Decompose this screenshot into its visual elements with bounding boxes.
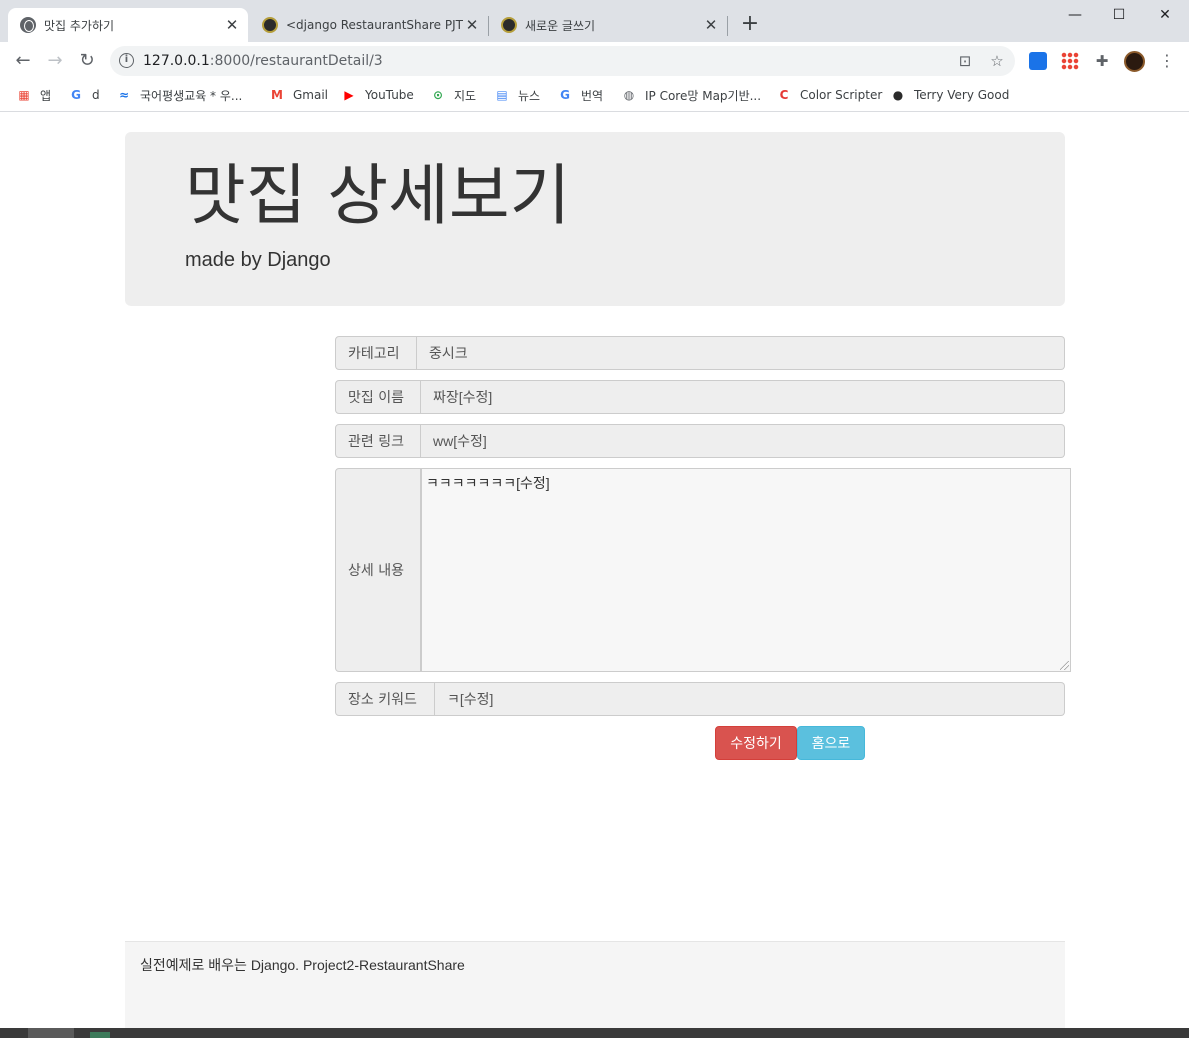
- maximize-button[interactable]: ☐: [1104, 4, 1134, 26]
- back-button[interactable]: ←: [10, 48, 36, 74]
- apps-icon: ▦: [18, 88, 30, 102]
- maps-icon: ⊙: [432, 88, 444, 102]
- bookmark-item[interactable]: ▦ 앱: [16, 85, 51, 105]
- content-label: 상세 내용: [335, 468, 421, 672]
- link-group: 관련 링크 ww[수정]: [335, 424, 1065, 458]
- django-icon: [262, 17, 278, 33]
- keyword-label: 장소 키워드: [335, 682, 435, 716]
- home-button[interactable]: 홈으로: [797, 726, 865, 760]
- bookmark-label: 국어평생교육 * 우...: [140, 88, 243, 103]
- link-label: 관련 링크: [335, 424, 421, 458]
- bookmark-item[interactable]: G 번역: [557, 85, 603, 105]
- menu-dots-icon[interactable]: ⋮: [1158, 52, 1176, 70]
- name-field[interactable]: 짜장[수정]: [421, 380, 1065, 414]
- bookmark-label: d: [92, 88, 100, 102]
- bookmark-item[interactable]: ▶ YouTube: [341, 85, 414, 105]
- content-textarea[interactable]: ㅋㅋㅋㅋㅋㅋㅋ[수정]: [421, 468, 1071, 672]
- bookmark-item[interactable]: ◍ IP Core망 Map기반...: [621, 85, 761, 105]
- window-close-button[interactable]: ✕: [1150, 4, 1180, 26]
- url-path: :8000/restaurantDetail/3: [209, 53, 383, 69]
- tab-separator: [727, 16, 728, 36]
- bookmark-label: YouTube: [365, 88, 414, 102]
- tab-strip: 맛집 추가하기 ✕ <django RestaurantShare PJT> ✕…: [0, 0, 1189, 42]
- bookmark-item[interactable]: C Color Scripter: [776, 85, 883, 105]
- edit-button[interactable]: 수정하기: [715, 726, 797, 760]
- star-icon[interactable]: ☆: [988, 52, 1006, 70]
- forward-button[interactable]: →: [42, 48, 68, 74]
- footer: 실전예제로 배우는 Django. Project2-RestaurantSha…: [125, 941, 1065, 1028]
- tab-title: <django RestaurantShare PJT>: [286, 18, 464, 32]
- translate-icon: G: [560, 88, 570, 102]
- reload-button[interactable]: ↻: [74, 48, 100, 74]
- tab-new-post[interactable]: 새로운 글쓰기 ✕: [489, 8, 727, 42]
- taskbar-item[interactable]: [90, 1032, 110, 1038]
- bookmark-label: Color Scripter: [800, 88, 883, 102]
- category-field[interactable]: 중시크: [417, 336, 1065, 370]
- colorscripter-icon: C: [779, 88, 789, 102]
- name-label: 맛집 이름: [335, 380, 421, 414]
- extensions-puzzle-icon[interactable]: ✚: [1093, 52, 1111, 70]
- bookmark-icon: ≈: [118, 88, 130, 102]
- bookmark-label: 지도: [454, 88, 477, 103]
- profile-avatar[interactable]: [1124, 51, 1145, 72]
- news-icon: ▤: [496, 88, 508, 102]
- content-text: ㅋㅋㅋㅋㅋㅋㅋ[수정]: [426, 475, 550, 491]
- close-icon[interactable]: ✕: [703, 16, 719, 34]
- bookmark-item[interactable]: ▤ 뉴스: [494, 85, 540, 105]
- globe-icon: [20, 17, 36, 33]
- django-icon: ●: [892, 88, 904, 102]
- bookmark-item[interactable]: ⊙ 지도: [430, 85, 476, 105]
- resize-grip-icon[interactable]: [1060, 661, 1069, 670]
- tab-title: 맛집 추가하기: [44, 18, 115, 33]
- name-group: 맛집 이름 짜장[수정]: [335, 380, 1065, 414]
- minimize-button[interactable]: —: [1060, 4, 1090, 26]
- bookmarks-bar: ▦ 앱 Gd ≈ 국어평생교육 * 우... M Gmail ▶ YouTube ⊙ 지도 ▤ 뉴스 G 번…: [0, 79, 1189, 112]
- page-subtitle: made by Django: [185, 249, 331, 271]
- browser-toolbar: ← → ↻ i 127.0.0.1:8000/restaurantDetail/…: [0, 42, 1189, 79]
- bookmark-label: IP Core망 Map기반...: [645, 88, 762, 103]
- url-host: 127.0.0.1: [143, 53, 210, 69]
- extension-icon[interactable]: [1029, 52, 1047, 70]
- address-bar[interactable]: i 127.0.0.1:8000/restaurantDetail/3 ⊡ ☆: [110, 46, 1015, 76]
- bookmark-item[interactable]: Gd: [68, 85, 100, 105]
- google-icon: G: [71, 88, 81, 102]
- jumbotron: 맛집 상세보기 made by Django: [125, 132, 1065, 306]
- bookmark-item[interactable]: ● Terry Very Good: [890, 85, 1010, 105]
- bookmark-item[interactable]: M Gmail: [269, 85, 328, 105]
- keyword-group: 장소 키워드 ㅋ[수정]: [335, 682, 1065, 716]
- keyword-field[interactable]: ㅋ[수정]: [435, 682, 1065, 716]
- taskbar: [0, 1028, 1189, 1038]
- content-group: 상세 내용 ㅋㅋㅋㅋㅋㅋㅋ[수정]: [335, 468, 1071, 672]
- django-icon: [501, 17, 517, 33]
- bookmark-label: 번역: [581, 88, 604, 103]
- url-text[interactable]: 127.0.0.1:8000/restaurantDetail/3: [143, 53, 383, 69]
- translate-icon[interactable]: ⊡: [956, 52, 974, 70]
- link-field[interactable]: ww[수정]: [421, 424, 1065, 458]
- category-label: 카테고리: [335, 336, 417, 370]
- google-apps-icon[interactable]: [1061, 52, 1079, 70]
- taskbar-item[interactable]: [28, 1028, 74, 1038]
- tab-title: 새로운 글쓰기: [525, 18, 596, 33]
- new-tab-button[interactable]: +: [738, 12, 762, 36]
- youtube-icon: ▶: [344, 88, 354, 102]
- bookmark-label: Gmail: [293, 88, 329, 102]
- tab-django-pjt[interactable]: <django RestaurantShare PJT> ✕: [250, 8, 488, 42]
- bookmark-item[interactable]: ≈ 국어평생교육 * 우...: [116, 85, 242, 105]
- site-info-icon[interactable]: i: [119, 53, 134, 68]
- close-icon[interactable]: ✕: [464, 16, 480, 34]
- gmail-icon: M: [271, 88, 283, 102]
- tab-restaurant-add[interactable]: 맛집 추가하기 ✕: [8, 8, 248, 42]
- category-group: 카테고리 중시크: [335, 336, 1065, 370]
- bookmark-label: Terry Very Good: [914, 88, 1010, 102]
- page-title: 맛집 상세보기: [185, 157, 571, 234]
- bookmark-label: 뉴스: [518, 88, 541, 103]
- globe-icon: ◍: [623, 88, 635, 102]
- close-icon[interactable]: ✕: [224, 16, 240, 34]
- bookmark-label: 앱: [40, 88, 52, 103]
- footer-text: 실전예제로 배우는 Django. Project2-RestaurantSha…: [140, 957, 465, 973]
